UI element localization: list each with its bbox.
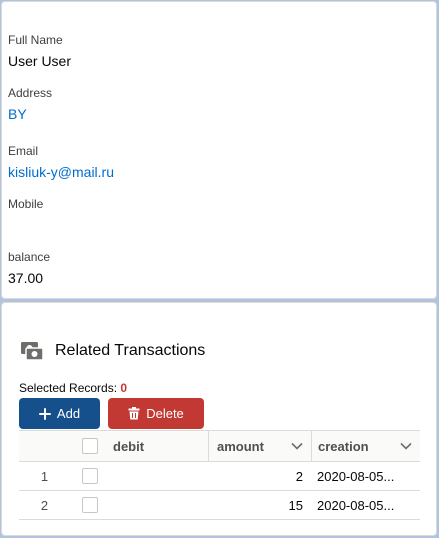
- row-checkbox-cell: [70, 462, 109, 490]
- balance-label: balance: [8, 250, 51, 264]
- row-number: 2: [40, 497, 49, 513]
- selected-records-label: Selected Records:: [19, 381, 118, 395]
- transactions-table: debit amount creation 1 2 2020-08-05... …: [19, 430, 420, 520]
- row-checkbox[interactable]: [81, 497, 98, 513]
- column-header-label: creation: [318, 438, 369, 454]
- row-checkbox[interactable]: [81, 468, 98, 484]
- email-link[interactable]: kisliuk-y@mail.ru: [8, 164, 114, 180]
- amount-cell: 2: [295, 468, 303, 484]
- balance-value: 37.00: [8, 270, 44, 286]
- transactions-icon: [21, 342, 44, 361]
- address-link[interactable]: BY: [8, 106, 27, 122]
- related-transactions-title: Related Transactions: [55, 342, 206, 359]
- selected-records: Selected Records: 0: [19, 381, 127, 395]
- debit-cell: [109, 462, 208, 490]
- delete-button-label: Delete: [146, 406, 184, 421]
- row-checkbox-cell: [70, 491, 109, 519]
- mobile-label: Mobile: [8, 197, 44, 211]
- related-transactions-card: Related Transactions Selected Records: 0…: [1, 302, 437, 536]
- add-button-label: Add: [56, 406, 81, 421]
- column-header-label: debit: [113, 438, 145, 454]
- trash-icon: [128, 407, 140, 420]
- plus-icon: [38, 407, 51, 420]
- chevron-down-icon[interactable]: [400, 442, 412, 450]
- record-details-card: Full Name User User Address BY Email kis…: [1, 1, 437, 299]
- row-number-header: [19, 431, 70, 461]
- selected-records-count: 0: [120, 381, 128, 395]
- row-number: 1: [40, 468, 49, 484]
- full-name-label: Full Name: [8, 33, 63, 47]
- add-button[interactable]: Add: [19, 398, 100, 429]
- chevron-down-icon[interactable]: [291, 442, 303, 450]
- address-label: Address: [8, 86, 53, 100]
- full-name-value: User User: [8, 53, 72, 69]
- column-header-label: amount: [217, 438, 264, 454]
- table-row: 1 2 2020-08-05...: [19, 462, 420, 491]
- column-header-amount[interactable]: amount: [208, 431, 311, 461]
- select-all-checkbox[interactable]: [81, 438, 98, 454]
- debit-cell: [109, 491, 208, 519]
- table-header: debit amount creation: [19, 430, 420, 462]
- column-header-debit[interactable]: debit: [109, 431, 208, 461]
- creation-cell: 2020-08-05...: [317, 468, 395, 484]
- creation-cell: 2020-08-05...: [317, 497, 395, 513]
- select-all-cell: [70, 431, 109, 461]
- delete-button[interactable]: Delete: [108, 398, 204, 429]
- amount-cell: 15: [288, 497, 303, 513]
- email-label: Email: [8, 144, 39, 158]
- table-row: 2 15 2020-08-05...: [19, 491, 420, 520]
- column-header-creation[interactable]: creation: [311, 431, 420, 461]
